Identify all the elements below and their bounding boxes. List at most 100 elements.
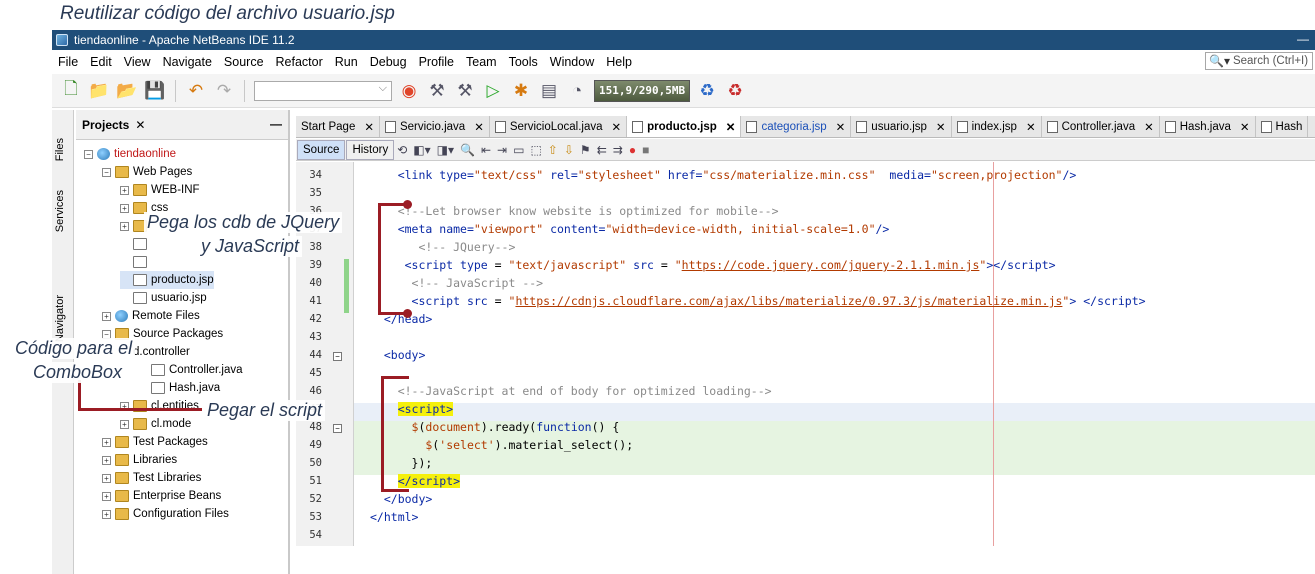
- fold-toggle[interactable]: −: [333, 352, 342, 361]
- tree-item[interactable]: + Remote Files: [102, 307, 200, 325]
- configuration-combo[interactable]: [254, 80, 392, 101]
- last-edit-icon[interactable]: ⟲: [397, 143, 407, 157]
- tree-item[interactable]: + cl.mode: [120, 415, 191, 433]
- editor-tab[interactable]: ServicioLocal.java ✕: [490, 116, 628, 137]
- menu-help[interactable]: Help: [600, 55, 638, 69]
- minimize-button[interactable]: —: [1297, 32, 1309, 46]
- tree-item[interactable]: + cl.entities: [120, 397, 199, 415]
- menu-debug[interactable]: Debug: [364, 55, 413, 69]
- clean-build-icon[interactable]: ⚒: [454, 80, 476, 102]
- menu-window[interactable]: Window: [544, 55, 600, 69]
- expand-toggle-icon[interactable]: +: [102, 491, 111, 501]
- expand-toggle-icon[interactable]: −: [84, 149, 93, 159]
- profile-icon[interactable]: ▤: [538, 80, 560, 102]
- tree-item[interactable]: + WEB-INF: [120, 181, 200, 199]
- expand-toggle-icon[interactable]: +: [120, 203, 129, 213]
- close-tab-icon[interactable]: ✕: [1026, 120, 1036, 134]
- back-icon[interactable]: ◧▾: [413, 143, 430, 157]
- close-tab-icon[interactable]: ✕: [836, 120, 846, 134]
- source-view-button[interactable]: Source: [297, 139, 346, 160]
- tree-item[interactable]: Hash.java: [138, 379, 220, 397]
- side-tab-navigator[interactable]: Navigator: [54, 295, 66, 342]
- side-tab-services[interactable]: Services: [54, 190, 66, 232]
- start-macro-icon[interactable]: ●: [629, 143, 636, 157]
- editor-tab[interactable]: index.jsp ✕: [952, 116, 1042, 137]
- next-bookmark-icon[interactable]: ⇩: [564, 143, 574, 157]
- menu-view[interactable]: View: [118, 55, 157, 69]
- debug-icon[interactable]: ✱: [510, 80, 532, 102]
- tree-item[interactable]: + Enterprise Beans: [102, 487, 221, 505]
- expand-toggle-icon[interactable]: +: [102, 437, 111, 447]
- forward-icon[interactable]: ◨▾: [437, 143, 454, 157]
- expand-toggle-icon[interactable]: +: [102, 455, 111, 465]
- toggle-highlight-icon[interactable]: ▭: [513, 143, 524, 157]
- close-tab-icon[interactable]: ✕: [726, 120, 736, 134]
- tree-item[interactable]: + Libraries: [102, 451, 177, 469]
- search-box[interactable]: 🔍▾ Search (Ctrl+I): [1205, 52, 1313, 70]
- editor-tab[interactable]: Hash: [1256, 116, 1309, 137]
- editor-tab[interactable]: categoria.jsp ✕: [741, 116, 852, 137]
- editor-tab[interactable]: Servicio.java ✕: [380, 116, 490, 137]
- tree-item[interactable]: − tiendaonline: [84, 145, 176, 163]
- tree-item[interactable]: [120, 253, 151, 271]
- profile-project-icon[interactable]: ◔: [566, 80, 588, 102]
- projects-tab-label[interactable]: Projects: [82, 118, 129, 132]
- menu-navigate[interactable]: Navigate: [157, 55, 218, 69]
- tree-item[interactable]: + Test Libraries: [102, 469, 201, 487]
- build-icon[interactable]: ⚒: [426, 80, 448, 102]
- menu-refactor[interactable]: Refactor: [270, 55, 329, 69]
- new-file-icon[interactable]: 🗋: [60, 79, 82, 102]
- shift-left-icon[interactable]: ⇇: [597, 143, 607, 157]
- find-previous-icon[interactable]: ⇤: [481, 143, 491, 157]
- gc-icon[interactable]: ♻: [696, 80, 718, 102]
- close-tab-icon[interactable]: ✕: [936, 120, 946, 134]
- close-tab-icon[interactable]: ✕: [364, 120, 374, 134]
- tree-item[interactable]: + Configuration Files: [102, 505, 229, 523]
- expand-toggle-icon[interactable]: −: [102, 167, 111, 177]
- minimize-panel-icon[interactable]: —: [270, 117, 282, 131]
- browser-icon[interactable]: ◉: [398, 80, 420, 102]
- menu-run[interactable]: Run: [329, 55, 364, 69]
- new-project-icon[interactable]: 📁: [88, 80, 110, 102]
- open-project-icon[interactable]: 📂: [116, 80, 138, 102]
- history-view-button[interactable]: History: [346, 139, 395, 160]
- stop-macro-icon[interactable]: ■: [642, 143, 649, 157]
- expand-toggle-icon[interactable]: +: [120, 221, 129, 231]
- editor-tab[interactable]: Hash.java ✕: [1160, 116, 1256, 137]
- close-tab-icon[interactable]: ✕: [1144, 120, 1154, 134]
- fold-toggle[interactable]: −: [333, 424, 342, 433]
- menu-edit[interactable]: Edit: [84, 55, 118, 69]
- menu-tools[interactable]: Tools: [503, 55, 544, 69]
- save-all-icon[interactable]: 💾: [144, 80, 166, 102]
- close-icon[interactable]: ✕: [135, 118, 145, 132]
- undo-icon[interactable]: ↶: [185, 80, 207, 102]
- shift-right-icon[interactable]: ⇉: [613, 143, 623, 157]
- menu-profile[interactable]: Profile: [413, 55, 460, 69]
- close-tab-icon[interactable]: ✕: [474, 120, 484, 134]
- tree-item[interactable]: Controller.java: [138, 361, 243, 379]
- toggle-rectangular-icon[interactable]: ⬚: [530, 143, 541, 157]
- side-tab-files[interactable]: Files: [54, 138, 66, 161]
- redo-icon[interactable]: ↷: [213, 80, 235, 102]
- tree-item[interactable]: + Test Packages: [102, 433, 208, 451]
- profiler-icon[interactable]: ♻: [724, 80, 746, 102]
- find-icon[interactable]: 🔍: [460, 143, 475, 157]
- editor-tab[interactable]: producto.jsp ✕: [627, 116, 742, 137]
- menu-team[interactable]: Team: [460, 55, 503, 69]
- tree-item[interactable]: [120, 235, 151, 253]
- run-icon[interactable]: ▷: [482, 80, 504, 102]
- menu-source[interactable]: Source: [218, 55, 270, 69]
- menu-file[interactable]: File: [52, 55, 84, 69]
- expand-toggle-icon[interactable]: +: [102, 311, 111, 321]
- expand-toggle-icon[interactable]: +: [102, 509, 111, 519]
- expand-toggle-icon[interactable]: +: [120, 185, 129, 195]
- find-next-icon[interactable]: ⇥: [497, 143, 507, 157]
- code-editor[interactable]: [355, 162, 1315, 546]
- expand-toggle-icon[interactable]: +: [102, 473, 111, 483]
- memory-indicator[interactable]: 151,9/290,5MB: [594, 79, 691, 102]
- tree-item[interactable]: producto.jsp: [120, 271, 214, 289]
- previous-bookmark-icon[interactable]: ⇧: [548, 143, 558, 157]
- close-tab-icon[interactable]: ✕: [612, 120, 622, 134]
- expand-toggle-icon[interactable]: +: [120, 419, 129, 429]
- close-tab-icon[interactable]: ✕: [1240, 120, 1250, 134]
